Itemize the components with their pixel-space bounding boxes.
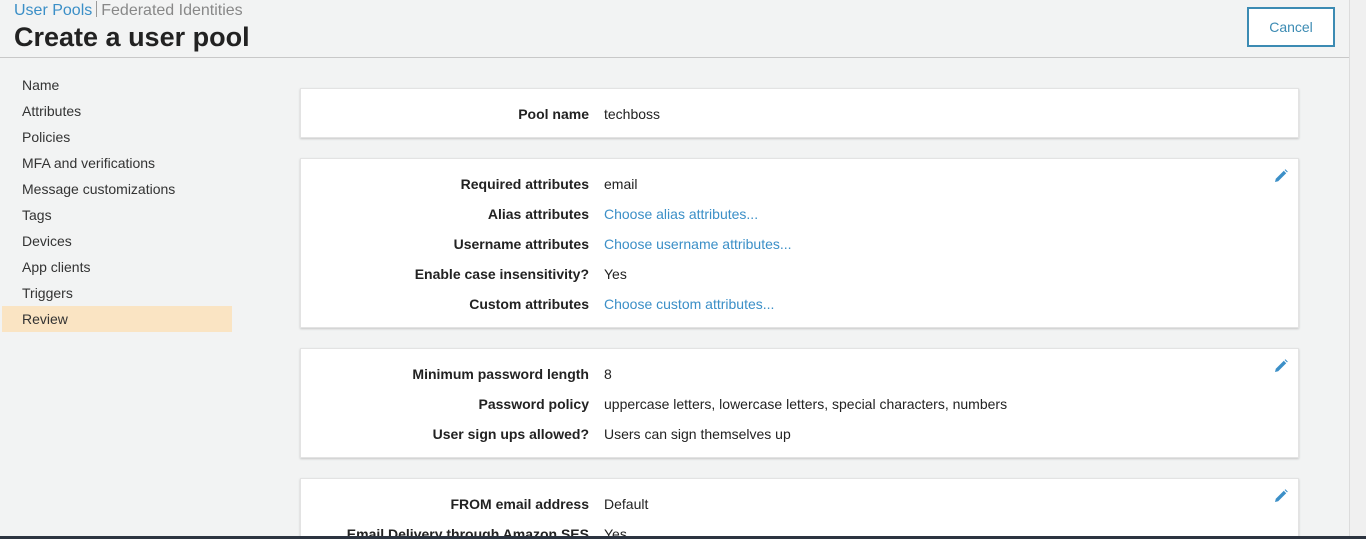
cancel-button[interactable]: Cancel <box>1247 7 1335 47</box>
wizard-nav: Name Attributes Policies MFA and verific… <box>2 72 232 332</box>
alias-attributes-label: Alias attributes <box>487 206 589 222</box>
password-policy-label: Password policy <box>478 396 589 412</box>
case-insensitivity-label: Enable case insensitivity? <box>414 266 589 282</box>
page-header: User Pools Federated Identities Create a … <box>0 0 1349 58</box>
scrollbar-thumb[interactable] <box>1353 0 1363 100</box>
policies-card: Minimum password length 8 Password polic… <box>300 348 1299 458</box>
choose-username-attributes-link[interactable]: Choose username attributes... <box>604 234 792 254</box>
required-attributes-row: Required attributes email <box>301 174 1298 194</box>
nav-item-mfa-and-verifications[interactable]: MFA and verifications <box>2 150 232 176</box>
choose-custom-attributes-link[interactable]: Choose custom attributes... <box>604 294 774 314</box>
nav-item-attributes[interactable]: Attributes <box>2 98 232 124</box>
breadcrumb-separator <box>96 1 98 17</box>
nav-item-tags[interactable]: Tags <box>2 202 232 228</box>
sign-ups-allowed-row: User sign ups allowed? Users can sign th… <box>301 424 1298 444</box>
breadcrumb: User Pools Federated Identities <box>14 1 243 20</box>
sign-ups-allowed-value: Users can sign themselves up <box>604 426 791 442</box>
min-password-length-row: Minimum password length 8 <box>301 364 1298 384</box>
case-insensitivity-row: Enable case insensitivity? Yes <box>301 264 1298 284</box>
breadcrumb-user-pools-link[interactable]: User Pools <box>14 2 92 19</box>
nav-item-app-clients[interactable]: App clients <box>2 254 232 280</box>
pool-name-row: Pool name techboss <box>301 104 1298 124</box>
attributes-card: Required attributes email Alias attribut… <box>300 158 1299 328</box>
pool-name-label: Pool name <box>518 106 589 122</box>
choose-alias-attributes-link[interactable]: Choose alias attributes... <box>604 204 758 224</box>
nav-item-triggers[interactable]: Triggers <box>2 280 232 306</box>
custom-attributes-label: Custom attributes <box>469 296 589 312</box>
breadcrumb-federated-identities-link[interactable]: Federated Identities <box>101 2 242 19</box>
from-email-row: FROM email address Default <box>301 494 1298 514</box>
pool-name-card: Pool name techboss <box>300 88 1299 138</box>
custom-attributes-row: Custom attributes Choose custom attribut… <box>301 294 1298 314</box>
password-policy-row: Password policy uppercase letters, lower… <box>301 394 1298 414</box>
case-insensitivity-value: Yes <box>604 266 627 282</box>
alias-attributes-row: Alias attributes Choose alias attributes… <box>301 204 1298 224</box>
min-password-length-label: Minimum password length <box>412 366 589 382</box>
nav-item-devices[interactable]: Devices <box>2 228 232 254</box>
page-title: Create a user pool <box>14 22 250 52</box>
nav-item-policies[interactable]: Policies <box>2 124 232 150</box>
username-attributes-row: Username attributes Choose username attr… <box>301 234 1298 254</box>
from-email-value: Default <box>604 496 649 512</box>
required-attributes-value: email <box>604 176 638 192</box>
password-policy-value: uppercase letters, lowercase letters, sp… <box>604 396 1008 412</box>
required-attributes-label: Required attributes <box>460 176 589 192</box>
username-attributes-label: Username attributes <box>453 236 589 252</box>
nav-item-message-customizations[interactable]: Message customizations <box>2 176 232 202</box>
nav-item-name[interactable]: Name <box>2 72 232 98</box>
pool-name-value: techboss <box>604 106 661 122</box>
sign-ups-allowed-label: User sign ups allowed? <box>432 426 589 442</box>
vertical-scrollbar[interactable] <box>1349 0 1366 539</box>
email-card: FROM email address Default Email Deliver… <box>300 478 1299 539</box>
nav-item-review[interactable]: Review <box>2 306 232 332</box>
min-password-length-value: 8 <box>604 366 612 382</box>
from-email-label: FROM email address <box>450 496 590 512</box>
